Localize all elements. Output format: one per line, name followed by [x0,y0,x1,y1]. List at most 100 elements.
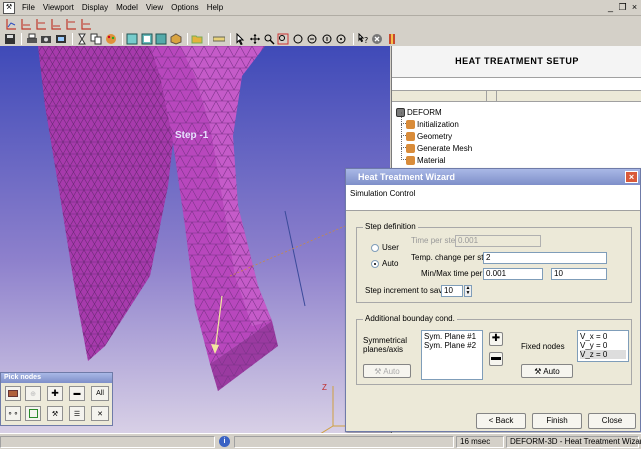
pick-nodes-select-button[interactable]: ⚬⚬ [5,406,21,421]
step-increment-spinner[interactable]: ▲ ▼ [464,285,472,297]
close-window-button[interactable]: × [629,2,640,13]
chart-line-icon[interactable] [64,18,77,31]
menu-display[interactable]: Display [78,3,112,12]
list-item[interactable]: V_x = 0 [580,332,626,341]
list-item[interactable]: Sym. Plane #2 [424,341,480,350]
auto-button-label: Auto [383,367,400,376]
remove-plane-button[interactable]: ▬ [489,352,503,366]
toolbar-separator [122,33,124,45]
pick-tool-button[interactable]: ⚒ [47,406,63,421]
gear-icon [406,155,415,165]
toolbar-separator [352,33,354,45]
chart-line-icon[interactable] [34,18,47,31]
pick-clear-button[interactable]: ✕ [91,406,109,421]
list-item[interactable]: Sym. Plane #1 [424,332,480,341]
pick-plus-button[interactable]: ✚ [47,386,63,401]
step-increment-input[interactable]: 10 [441,285,463,297]
status-cell [0,436,215,448]
gear-icon [406,143,415,153]
rotate-icon[interactable] [292,33,304,46]
wizard-close-icon[interactable]: × [625,171,638,183]
menu-model[interactable]: Model [112,3,142,12]
auto-radio[interactable] [371,260,379,268]
fixed-auto-button[interactable]: ⚒ Auto [521,364,573,378]
fixed-nodes-list[interactable]: V_x = 0 V_y = 0 V_z = 0 [577,330,629,362]
pick-nodes-title[interactable]: Pick nodes [1,373,112,383]
nodes-icon: ⚬⚬ [7,410,19,418]
max-time-input[interactable]: 10 [551,268,607,280]
hourglass-icon[interactable] [76,33,88,46]
pick-all-button[interactable]: All [91,386,109,401]
sym-auto-button[interactable]: ⚒ Auto [363,364,411,378]
rotate-y-icon[interactable] [321,33,333,46]
menu-view[interactable]: View [142,3,167,12]
tree-connector [401,136,406,148]
wizard-title-bar[interactable]: Heat Treatment Wizard [346,169,640,185]
pick-box-button[interactable] [25,406,41,421]
pan-icon[interactable] [248,33,260,46]
back-button[interactable]: < Back [476,413,526,429]
close-button[interactable]: Close [588,413,636,429]
tree-item-label: Initialization [417,119,459,129]
palette-icon[interactable] [105,33,117,46]
minus-icon: ▬ [73,390,81,397]
time-per-step-input[interactable]: 0.001 [455,235,541,247]
tree-item-deform[interactable]: DEFORM [396,106,636,118]
graph-tool-icon[interactable] [4,18,17,31]
save-icon[interactable] [4,33,16,46]
menu-help[interactable]: Help [203,3,227,12]
zoom-box-icon[interactable] [277,33,289,46]
view-top-icon[interactable] [155,33,167,46]
toolbar-separator [21,33,23,45]
tree-item-initialization[interactable]: Initialization [396,112,636,130]
toolbar-separator [186,33,188,45]
add-plane-button[interactable]: ✚ [489,332,503,346]
list-item[interactable]: V_z = 0 [580,350,626,359]
bookmark-icon[interactable] [385,33,397,46]
user-radio[interactable] [371,244,379,252]
rotate-x-icon[interactable] [306,33,318,46]
eraser-icon [8,390,18,397]
view-iso-icon[interactable] [170,33,182,46]
rotate-z-icon[interactable] [335,33,347,46]
list-item[interactable]: V_y = 0 [580,341,626,350]
chart-line-icon[interactable] [19,18,32,31]
sym-planes-list[interactable]: Sym. Plane #1 Sym. Plane #2 [421,330,483,380]
tree-item-material[interactable]: Material [396,148,636,166]
finish-button[interactable]: Finish [532,413,582,429]
restore-button[interactable]: ❐ [617,2,628,13]
view-side-icon[interactable] [141,33,153,46]
tree-item-generate-mesh[interactable]: Generate Mesh [396,136,636,154]
pick-eraser-button[interactable] [5,386,21,401]
pointer-icon[interactable] [234,33,246,46]
app-icon[interactable]: ⚒ [3,1,15,14]
tree-item-geometry[interactable]: Geometry [396,124,636,142]
film-icon[interactable] [54,33,66,46]
pick-list-button[interactable]: ☰ [69,406,85,421]
pick-add-node-button[interactable]: ⊕ [25,386,41,401]
temp-change-input[interactable]: 2 [483,252,607,264]
menu-options[interactable]: Options [167,3,203,12]
zoom-icon[interactable] [263,33,275,46]
menu-file[interactable]: File [18,3,39,12]
list-icon: ☰ [73,410,81,418]
pick-minus-button[interactable]: ▬ [69,386,85,401]
folder-icon[interactable] [191,33,203,46]
help-pointer-icon[interactable]: ? [357,33,369,46]
min-time-input[interactable]: 0.001 [483,268,543,280]
print-icon[interactable] [25,33,37,46]
ruler-icon[interactable] [212,33,225,46]
info-icon[interactable]: i [219,436,230,447]
chart-line-icon[interactable] [49,18,62,31]
minimize-button[interactable]: _ [605,2,616,13]
boundary-group-title: Additional bounday cond. [363,314,457,323]
chart-line-icon[interactable] [79,18,92,31]
menu-viewport[interactable]: Viewport [39,3,78,12]
stop-icon[interactable] [371,33,383,46]
camera-icon[interactable] [40,33,52,46]
tree-item-label: Material [417,155,446,165]
view-front-icon[interactable] [126,33,138,46]
copy-icon[interactable] [90,33,102,46]
gear-icon [406,131,415,141]
tree-header [392,90,641,102]
